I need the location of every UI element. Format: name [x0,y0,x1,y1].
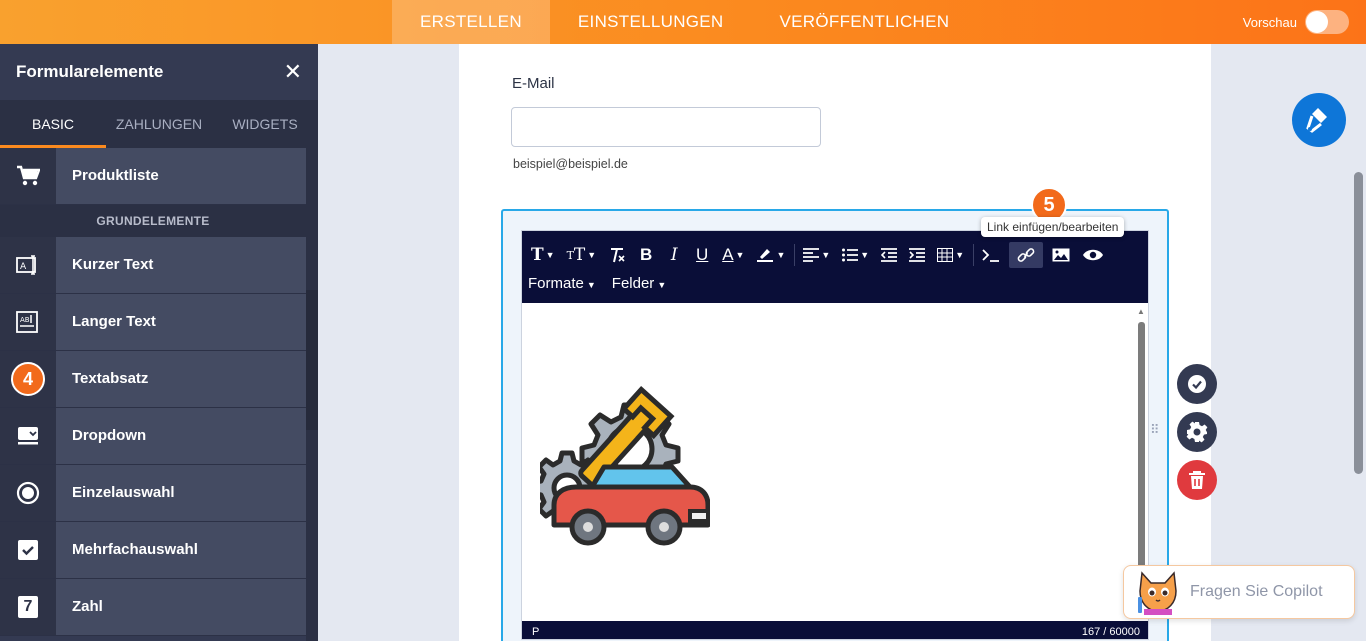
preview-label: Vorschau [1242,14,1297,30]
image-icon[interactable] [1049,242,1073,268]
sidebar-scrollbar-thumb[interactable] [306,290,318,430]
copilot-button[interactable]: Fragen Sie Copilot [1123,565,1355,619]
dropdown-icon [0,408,56,464]
sidebar-item-label: Zahl [56,579,306,635]
tab-erstellen[interactable]: ERSTELLEN [392,0,550,44]
delete-field-button[interactable] [1177,460,1217,500]
scroll-up-icon[interactable]: ▲ [1137,307,1145,316]
gear-icon [1186,421,1208,443]
step-badge-4: 4 [11,362,45,396]
required-check-button[interactable] [1177,364,1217,404]
fields-menu[interactable]: Felder ▼ [612,275,666,292]
sidebar-item-label: Produktliste [56,148,306,204]
outdent-icon[interactable] [878,242,900,268]
formats-menu[interactable]: Formate ▼ [528,275,596,292]
code-icon[interactable] [979,242,1003,268]
sidebar-header: Formularelemente ✕ [0,44,318,100]
underline-icon[interactable]: U [691,242,713,268]
list-icon[interactable]: ▼ [839,242,872,268]
tab-veroeffentlichen[interactable]: VERÖFFENTLICHEN [752,0,978,44]
close-icon[interactable]: ✕ [284,61,302,83]
short-text-icon: A [0,237,56,293]
form-elements-sidebar: Formularelemente ✕ BASIC ZAHLUNGEN WIDGE… [0,44,318,641]
page-scrollbar-thumb[interactable] [1354,172,1363,474]
email-field[interactable] [511,107,821,147]
clear-format-icon[interactable] [605,242,629,268]
toggle-knob [1306,11,1328,33]
form-designer-button[interactable] [1292,93,1346,147]
preview-control: Vorschau [1243,10,1349,34]
bold-icon[interactable]: B [635,242,657,268]
radio-icon [0,465,56,521]
sidebar-item-label: Mehrfachauswahl [56,522,306,578]
sidebar-item-kurzer-text[interactable]: A Kurzer Text [0,237,306,294]
sidebar-item-label: Langer Text [56,294,306,350]
sidebar-tabs: BASIC ZAHLUNGEN WIDGETS [0,100,318,148]
sidebar-item-mehrfachauswahl[interactable]: Mehrfachauswahl [0,522,306,579]
font-size-icon[interactable]: T T ▼ [564,242,600,268]
number-icon: 7 [0,579,56,635]
paragraph-icon: 4 [0,351,56,407]
sidebar-tab-basic[interactable]: BASIC [0,100,106,148]
sidebar-item-produktliste[interactable]: Produktliste [0,148,306,205]
sidebar-scrollbar[interactable] [306,148,318,641]
text-color-icon[interactable]: A ▼ [719,242,747,268]
sidebar-element-list: Produktliste GRUNDELEMENTE A Kurzer Text… [0,148,306,636]
preview-eye-icon[interactable] [1079,242,1107,268]
sidebar-item-label: Dropdown [56,408,306,464]
sidebar-tab-widgets[interactable]: WIDGETS [212,100,318,148]
toolbar-separator [794,244,796,266]
svg-text:AB: AB [20,316,30,324]
sidebar-item-textabsatz[interactable]: 4 Textabsatz [0,351,306,408]
copilot-label: Fragen Sie Copilot [1190,583,1323,600]
indent-icon[interactable] [906,242,928,268]
long-text-icon: AB [0,294,56,350]
paint-roller-icon [1306,108,1327,133]
formats-menu-label: Formate [528,274,584,292]
sidebar-item-label: Textabsatz [56,351,306,407]
trash-icon [1189,471,1205,489]
sidebar-item-einzelauswahl[interactable]: Einzelauswahl [0,465,306,522]
checkbox-icon [0,522,56,578]
align-icon[interactable]: ▼ [800,242,833,268]
toolbar-separator [973,244,975,266]
copilot-cat-icon [1138,571,1177,615]
preview-toggle[interactable] [1305,10,1349,34]
fields-menu-label: Felder [611,274,655,292]
sidebar-item-zahl[interactable]: 7 Zahl [0,579,306,636]
section-grundelemente: GRUNDELEMENTE [0,205,306,237]
number-icon-glyph: 7 [18,596,38,618]
sidebar-item-langer-text[interactable]: AB Langer Text [0,294,306,351]
italic-icon[interactable]: I [663,242,685,268]
editor-toolbar: T ▼ T T ▼ B I U A ▼ ▼ ▼ ▼ ▼ Formate ▼ Felder ▼ [522,231,1148,303]
sidebar-title: Formularelemente [16,62,164,81]
email-sublabel: beispiel@beispiel.de [513,157,628,171]
top-bar: ERSTELLEN EINSTELLUNGEN VERÖFFENTLICHEN … [0,0,1366,44]
font-family-icon[interactable]: T ▼ [528,242,558,268]
highlight-icon[interactable]: ▼ [753,242,788,268]
character-count: 167 / 60000 [1081,626,1140,638]
editor-content[interactable]: ▲ [522,303,1148,623]
table-icon[interactable]: ▼ [934,242,967,268]
editor-statusbar: P 167 / 60000 [522,621,1148,639]
main-nav: ERSTELLEN EINSTELLUNGEN VERÖFFENTLICHEN [392,0,977,44]
sidebar-item-label: Einzelauswahl [56,465,306,521]
page-scrollbar[interactable] [1352,44,1364,641]
sidebar-item-dropdown[interactable]: Dropdown [0,408,306,465]
car-repair-illustration [540,385,710,546]
check-circle-icon [1188,375,1206,393]
drag-handle-icon[interactable]: ⠿ [1150,423,1159,436]
tab-einstellungen[interactable]: EINSTELLUNGEN [550,0,752,44]
cart-icon [0,148,56,204]
sidebar-item-label: Kurzer Text [56,237,306,293]
svg-text:A: A [20,262,27,272]
element-path[interactable]: P [532,626,539,639]
field-settings-button[interactable] [1177,412,1217,452]
rich-text-editor: T ▼ T T ▼ B I U A ▼ ▼ ▼ ▼ ▼ Formate ▼ Felder ▼ [521,230,1149,640]
sidebar-tab-zahlungen[interactable]: ZAHLUNGEN [106,100,212,148]
email-label: E-Mail [512,75,555,92]
link-tooltip: Link einfügen/bearbeiten [981,217,1125,237]
link-icon[interactable] [1009,242,1044,268]
